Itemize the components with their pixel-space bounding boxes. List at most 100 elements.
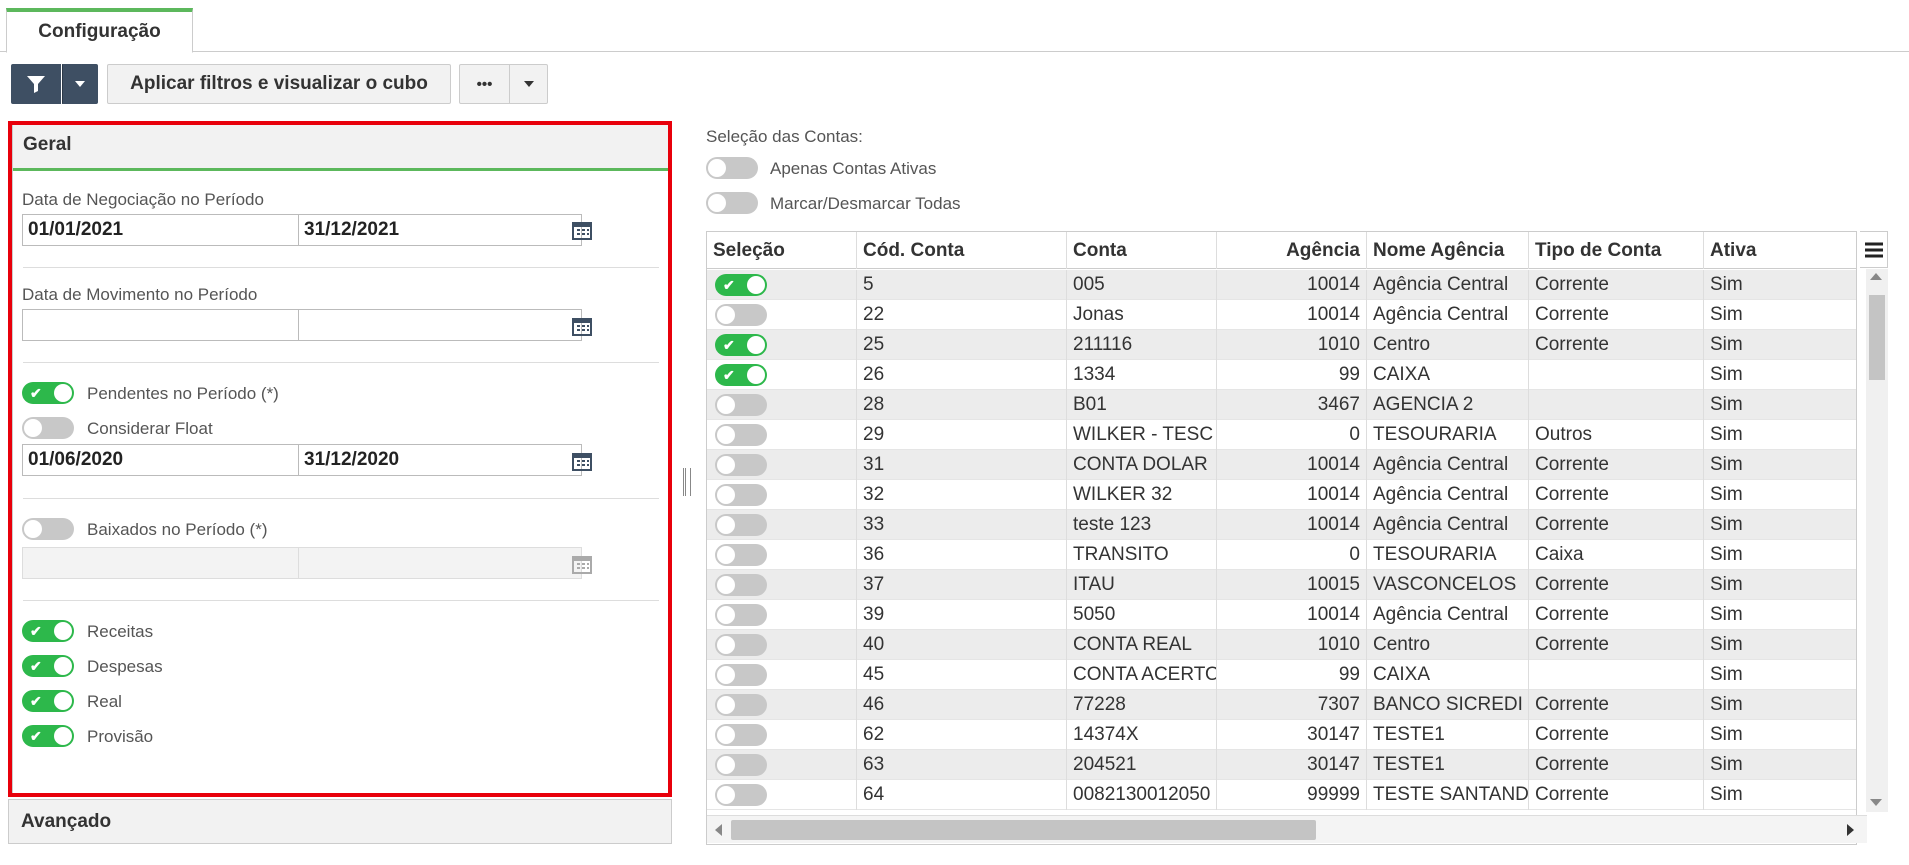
- table-row[interactable]: 33 teste 123 10014 Agência Central Corrente S…: [707, 510, 1856, 540]
- col-cod-conta[interactable]: Cód. Conta: [857, 232, 1067, 269]
- row-select-toggle[interactable]: [715, 664, 767, 686]
- row-select-toggle[interactable]: [715, 574, 767, 596]
- filter-dropdown-button[interactable]: [62, 64, 98, 104]
- tab-configuracao[interactable]: Configuração: [6, 8, 193, 53]
- table-row[interactable]: ✔ 25 211116 1010 Centro Corrente Sim: [707, 330, 1856, 360]
- pendentes-toggle[interactable]: ✔: [22, 382, 74, 404]
- cell-cod-conta: 31: [857, 450, 1067, 480]
- table-row[interactable]: 29 WILKER - TESC 0 TESOURARIA Outros Sim: [707, 420, 1856, 450]
- despesas-toggle[interactable]: ✔: [22, 655, 74, 677]
- float-to-input[interactable]: 31/12/2020: [298, 444, 582, 476]
- table-row[interactable]: 45 CONTA ACERTO 99 CAIXA Sim: [707, 660, 1856, 690]
- row-select-toggle[interactable]: [715, 694, 767, 716]
- col-conta[interactable]: Conta: [1067, 232, 1217, 269]
- horizontal-scroll-thumb[interactable]: [731, 820, 1316, 840]
- baixados-from-input[interactable]: [22, 547, 306, 579]
- row-select-toggle[interactable]: [715, 484, 767, 506]
- calendar-icon[interactable]: [572, 220, 592, 240]
- cell-selecao: [707, 600, 857, 630]
- table-row[interactable]: ✔ 26 1334 99 CAIXA Sim: [707, 360, 1856, 390]
- vertical-scrollbar[interactable]: [1866, 269, 1888, 812]
- row-select-toggle[interactable]: [715, 304, 767, 326]
- provisao-toggle[interactable]: ✔: [22, 725, 74, 747]
- horizontal-scrollbar[interactable]: [707, 815, 1867, 843]
- column-menu-button[interactable]: [1860, 231, 1888, 268]
- movimento-from-input[interactable]: [22, 309, 306, 341]
- row-select-toggle[interactable]: [715, 514, 767, 536]
- scroll-up-icon[interactable]: [1870, 273, 1882, 280]
- todas-toggle[interactable]: [706, 192, 758, 214]
- table-row[interactable]: ✔ 5 005 10014 Agência Central Corrente Sim: [707, 270, 1856, 300]
- table-row[interactable]: 28 B01 3467 AGENCIA 2 Sim: [707, 390, 1856, 420]
- float-from-input[interactable]: 01/06/2020: [22, 444, 306, 476]
- col-selecao[interactable]: Seleção: [707, 232, 857, 269]
- more-dropdown-button[interactable]: [509, 64, 548, 104]
- table-row[interactable]: 64008213001205099999TESTE SANTANDERCorre…: [707, 780, 1856, 810]
- scroll-left-icon[interactable]: [715, 824, 722, 836]
- splitter-handle[interactable]: [683, 468, 686, 496]
- scroll-down-icon[interactable]: [1870, 799, 1882, 806]
- calendar-icon[interactable]: [572, 451, 592, 471]
- col-agencia[interactable]: Agência: [1217, 232, 1367, 269]
- cell-selecao: [707, 450, 857, 480]
- row-select-toggle[interactable]: [715, 454, 767, 476]
- table-row[interactable]: 37 ITAU 10015 VASCONCELOS Corrente Sim: [707, 570, 1856, 600]
- cell-tipo-conta: Corrente: [1529, 450, 1704, 480]
- table-row[interactable]: 39 5050 10014 Agência Central Corrente Sim: [707, 600, 1856, 630]
- cell-agencia: 7307: [1217, 690, 1367, 720]
- cell-tipo-conta: Corrente: [1529, 270, 1704, 300]
- ativas-toggle[interactable]: [706, 157, 758, 179]
- col-tipo-conta[interactable]: Tipo de Conta: [1529, 232, 1704, 269]
- negociacao-from-input[interactable]: 01/01/2021: [22, 214, 306, 246]
- cell-selecao: [707, 750, 857, 780]
- cell-ativa: Sim: [1704, 330, 1856, 360]
- row-select-toggle[interactable]: [715, 394, 767, 416]
- table-row[interactable]: 40 CONTA REAL 1010 Centro Corrente Sim: [707, 630, 1856, 660]
- cell-ativa: Sim: [1704, 630, 1856, 660]
- cell-nome-agencia: AGENCIA 2: [1367, 390, 1529, 420]
- row-select-toggle[interactable]: ✔: [715, 334, 767, 356]
- cell-cod-conta: 40: [857, 630, 1067, 660]
- row-select-toggle[interactable]: [715, 544, 767, 566]
- row-select-toggle[interactable]: ✔: [715, 364, 767, 386]
- cell-selecao: [707, 420, 857, 450]
- movimento-to-input[interactable]: [298, 309, 582, 341]
- table-row[interactable]: 36 TRANSITO 0 TESOURARIA Caixa Sim: [707, 540, 1856, 570]
- negociacao-to-input[interactable]: 31/12/2021: [298, 214, 582, 246]
- real-toggle[interactable]: ✔: [22, 690, 74, 712]
- row-select-toggle[interactable]: [715, 604, 767, 626]
- more-options-button[interactable]: •••: [459, 64, 510, 104]
- row-select-toggle[interactable]: [715, 634, 767, 656]
- cell-conta: CONTA ACERTO: [1067, 660, 1217, 690]
- row-select-toggle[interactable]: [715, 724, 767, 746]
- table-row[interactable]: 63 204521 30147 TESTE1 Corrente Sim: [707, 750, 1856, 780]
- avancado-panel-title[interactable]: Avançado: [8, 799, 672, 844]
- calendar-icon[interactable]: [572, 316, 592, 336]
- table-row[interactable]: 22 Jonas 10014 Agência Central Corrente Sim: [707, 300, 1856, 330]
- receitas-toggle[interactable]: ✔: [22, 620, 74, 642]
- cell-nome-agencia: VASCONCELOS: [1367, 570, 1529, 600]
- splitter-handle-line: [690, 468, 693, 496]
- cell-tipo-conta: [1529, 660, 1704, 690]
- float-toggle[interactable]: [22, 417, 74, 439]
- cell-cod-conta: 46: [857, 690, 1067, 720]
- cell-nome-agencia: Agência Central: [1367, 480, 1529, 510]
- apply-filters-button[interactable]: Aplicar filtros e visualizar o cubo: [107, 64, 451, 104]
- table-row[interactable]: 46 77228 7307 BANCO SICREDI Corrente Sim: [707, 690, 1856, 720]
- geral-panel-title[interactable]: Geral: [13, 122, 669, 171]
- col-nome-agencia[interactable]: Nome Agência: [1367, 232, 1529, 269]
- table-row[interactable]: 31 CONTA DOLAR 10014 Agência Central Corrent…: [707, 450, 1856, 480]
- filter-button[interactable]: [11, 64, 61, 104]
- row-select-toggle[interactable]: [715, 784, 767, 806]
- vertical-scroll-thumb[interactable]: [1869, 295, 1885, 380]
- scroll-right-icon[interactable]: [1847, 824, 1854, 836]
- table-row[interactable]: 32 WILKER 32 10014 Agência Central Corrente S…: [707, 480, 1856, 510]
- baixados-to-input[interactable]: [298, 547, 582, 579]
- row-select-toggle[interactable]: [715, 424, 767, 446]
- baixados-toggle[interactable]: [22, 518, 74, 540]
- row-select-toggle[interactable]: [715, 754, 767, 776]
- table-row[interactable]: 62 14374X 30147 TESTE1 Corrente Sim: [707, 720, 1856, 750]
- col-ativa[interactable]: Ativa: [1704, 232, 1856, 269]
- row-select-toggle[interactable]: ✔: [715, 274, 767, 296]
- negociacao-label: Data de Negociação no Período: [22, 190, 264, 209]
